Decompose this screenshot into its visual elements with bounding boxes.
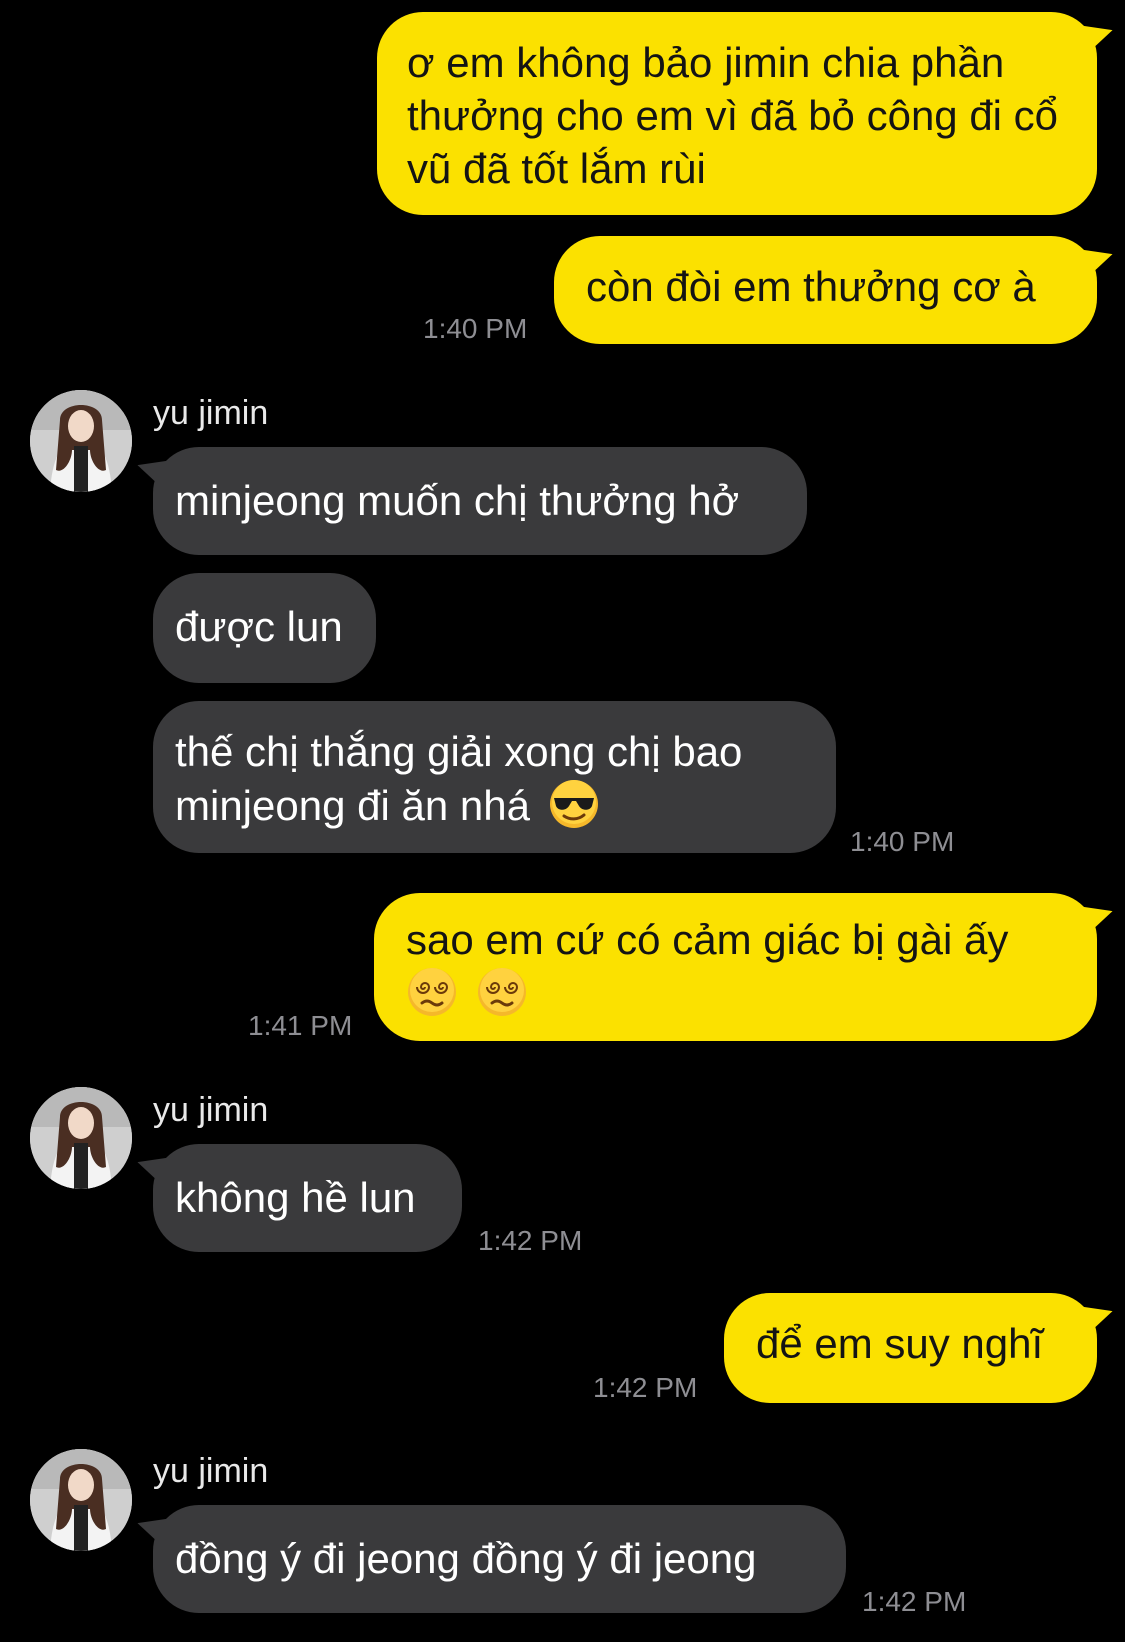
sent-message-bubble[interactable]: ơ em không bảo jimin chia phần thưởng ch… bbox=[377, 10, 1117, 215]
sender-name: yu jimin bbox=[153, 1452, 269, 1490]
received-message-bubble[interactable]: đồng ý đi jeong đồng ý đi jeong bbox=[133, 1503, 846, 1613]
message-text: để em suy nghĩ bbox=[756, 1320, 1044, 1367]
sender-name: yu jimin bbox=[153, 1091, 269, 1129]
sent-message-bubble[interactable]: sao em cứ có cảm giác bị gài ấy bbox=[374, 891, 1117, 1041]
contact-avatar[interactable] bbox=[30, 1087, 132, 1189]
bubble-tail bbox=[1075, 10, 1117, 52]
message-timestamp: 1:42 PM bbox=[478, 1225, 583, 1256]
message-timestamp: 1:40 PM bbox=[423, 313, 528, 344]
bubble-tail bbox=[133, 445, 175, 487]
received-message-bubble[interactable]: minjeong muốn chị thưởng hở bbox=[133, 445, 807, 555]
avatar-image bbox=[30, 390, 132, 492]
message-text-line: thế chị thắng giải xong chị bao bbox=[175, 728, 743, 775]
sent-message-bubble[interactable]: để em suy nghĩ bbox=[724, 1291, 1117, 1403]
emoji-row bbox=[406, 966, 1065, 1020]
message-text: còn đòi em thưởng cơ à bbox=[586, 263, 1036, 310]
dizzy-face-emoji-icon bbox=[408, 968, 456, 1016]
message-timestamp: 1:42 PM bbox=[593, 1372, 698, 1403]
received-message-bubble[interactable]: được lun bbox=[153, 573, 376, 683]
received-message-bubble[interactable]: thế chị thắng giải xong chị bao minjeong… bbox=[153, 701, 836, 853]
bubble-tail bbox=[133, 1142, 175, 1184]
avatar-image bbox=[30, 1087, 132, 1189]
bubble-tail bbox=[1075, 234, 1117, 276]
bubble-tail bbox=[133, 1503, 175, 1545]
contact-avatar[interactable] bbox=[30, 1449, 132, 1551]
dizzy-face-emoji-icon bbox=[477, 968, 526, 1016]
avatar-image bbox=[30, 1449, 132, 1551]
message-text: ơ em không bảo jimin chia phần thưởng ch… bbox=[407, 39, 1059, 192]
contact-avatar[interactable] bbox=[30, 390, 132, 492]
message-text: sao em cứ có cảm giác bị gài ấy bbox=[406, 916, 1009, 963]
received-message-bubble[interactable]: không hề lun bbox=[133, 1142, 462, 1252]
message-text-line-2: minjeong đi ăn nhá bbox=[175, 778, 812, 832]
message-text: được lun bbox=[175, 603, 343, 650]
message-timestamp: 1:40 PM bbox=[850, 826, 955, 857]
message-text: đồng ý đi jeong đồng ý đi jeong bbox=[175, 1535, 757, 1582]
message-text-line: minjeong đi ăn nhá bbox=[175, 782, 530, 829]
bubble-tail bbox=[1075, 1291, 1117, 1333]
message-text: không hề lun bbox=[175, 1174, 416, 1221]
message-timestamp: 1:42 PM bbox=[862, 1586, 967, 1617]
message-text: minjeong muốn chị thưởng hở bbox=[175, 477, 740, 524]
sent-message-bubble[interactable]: còn đòi em thưởng cơ à bbox=[554, 234, 1117, 344]
sunglasses-emoji-icon bbox=[549, 780, 598, 828]
message-timestamp: 1:41 PM bbox=[248, 1010, 353, 1041]
sender-name: yu jimin bbox=[153, 394, 269, 432]
bubble-tail bbox=[1075, 891, 1117, 933]
